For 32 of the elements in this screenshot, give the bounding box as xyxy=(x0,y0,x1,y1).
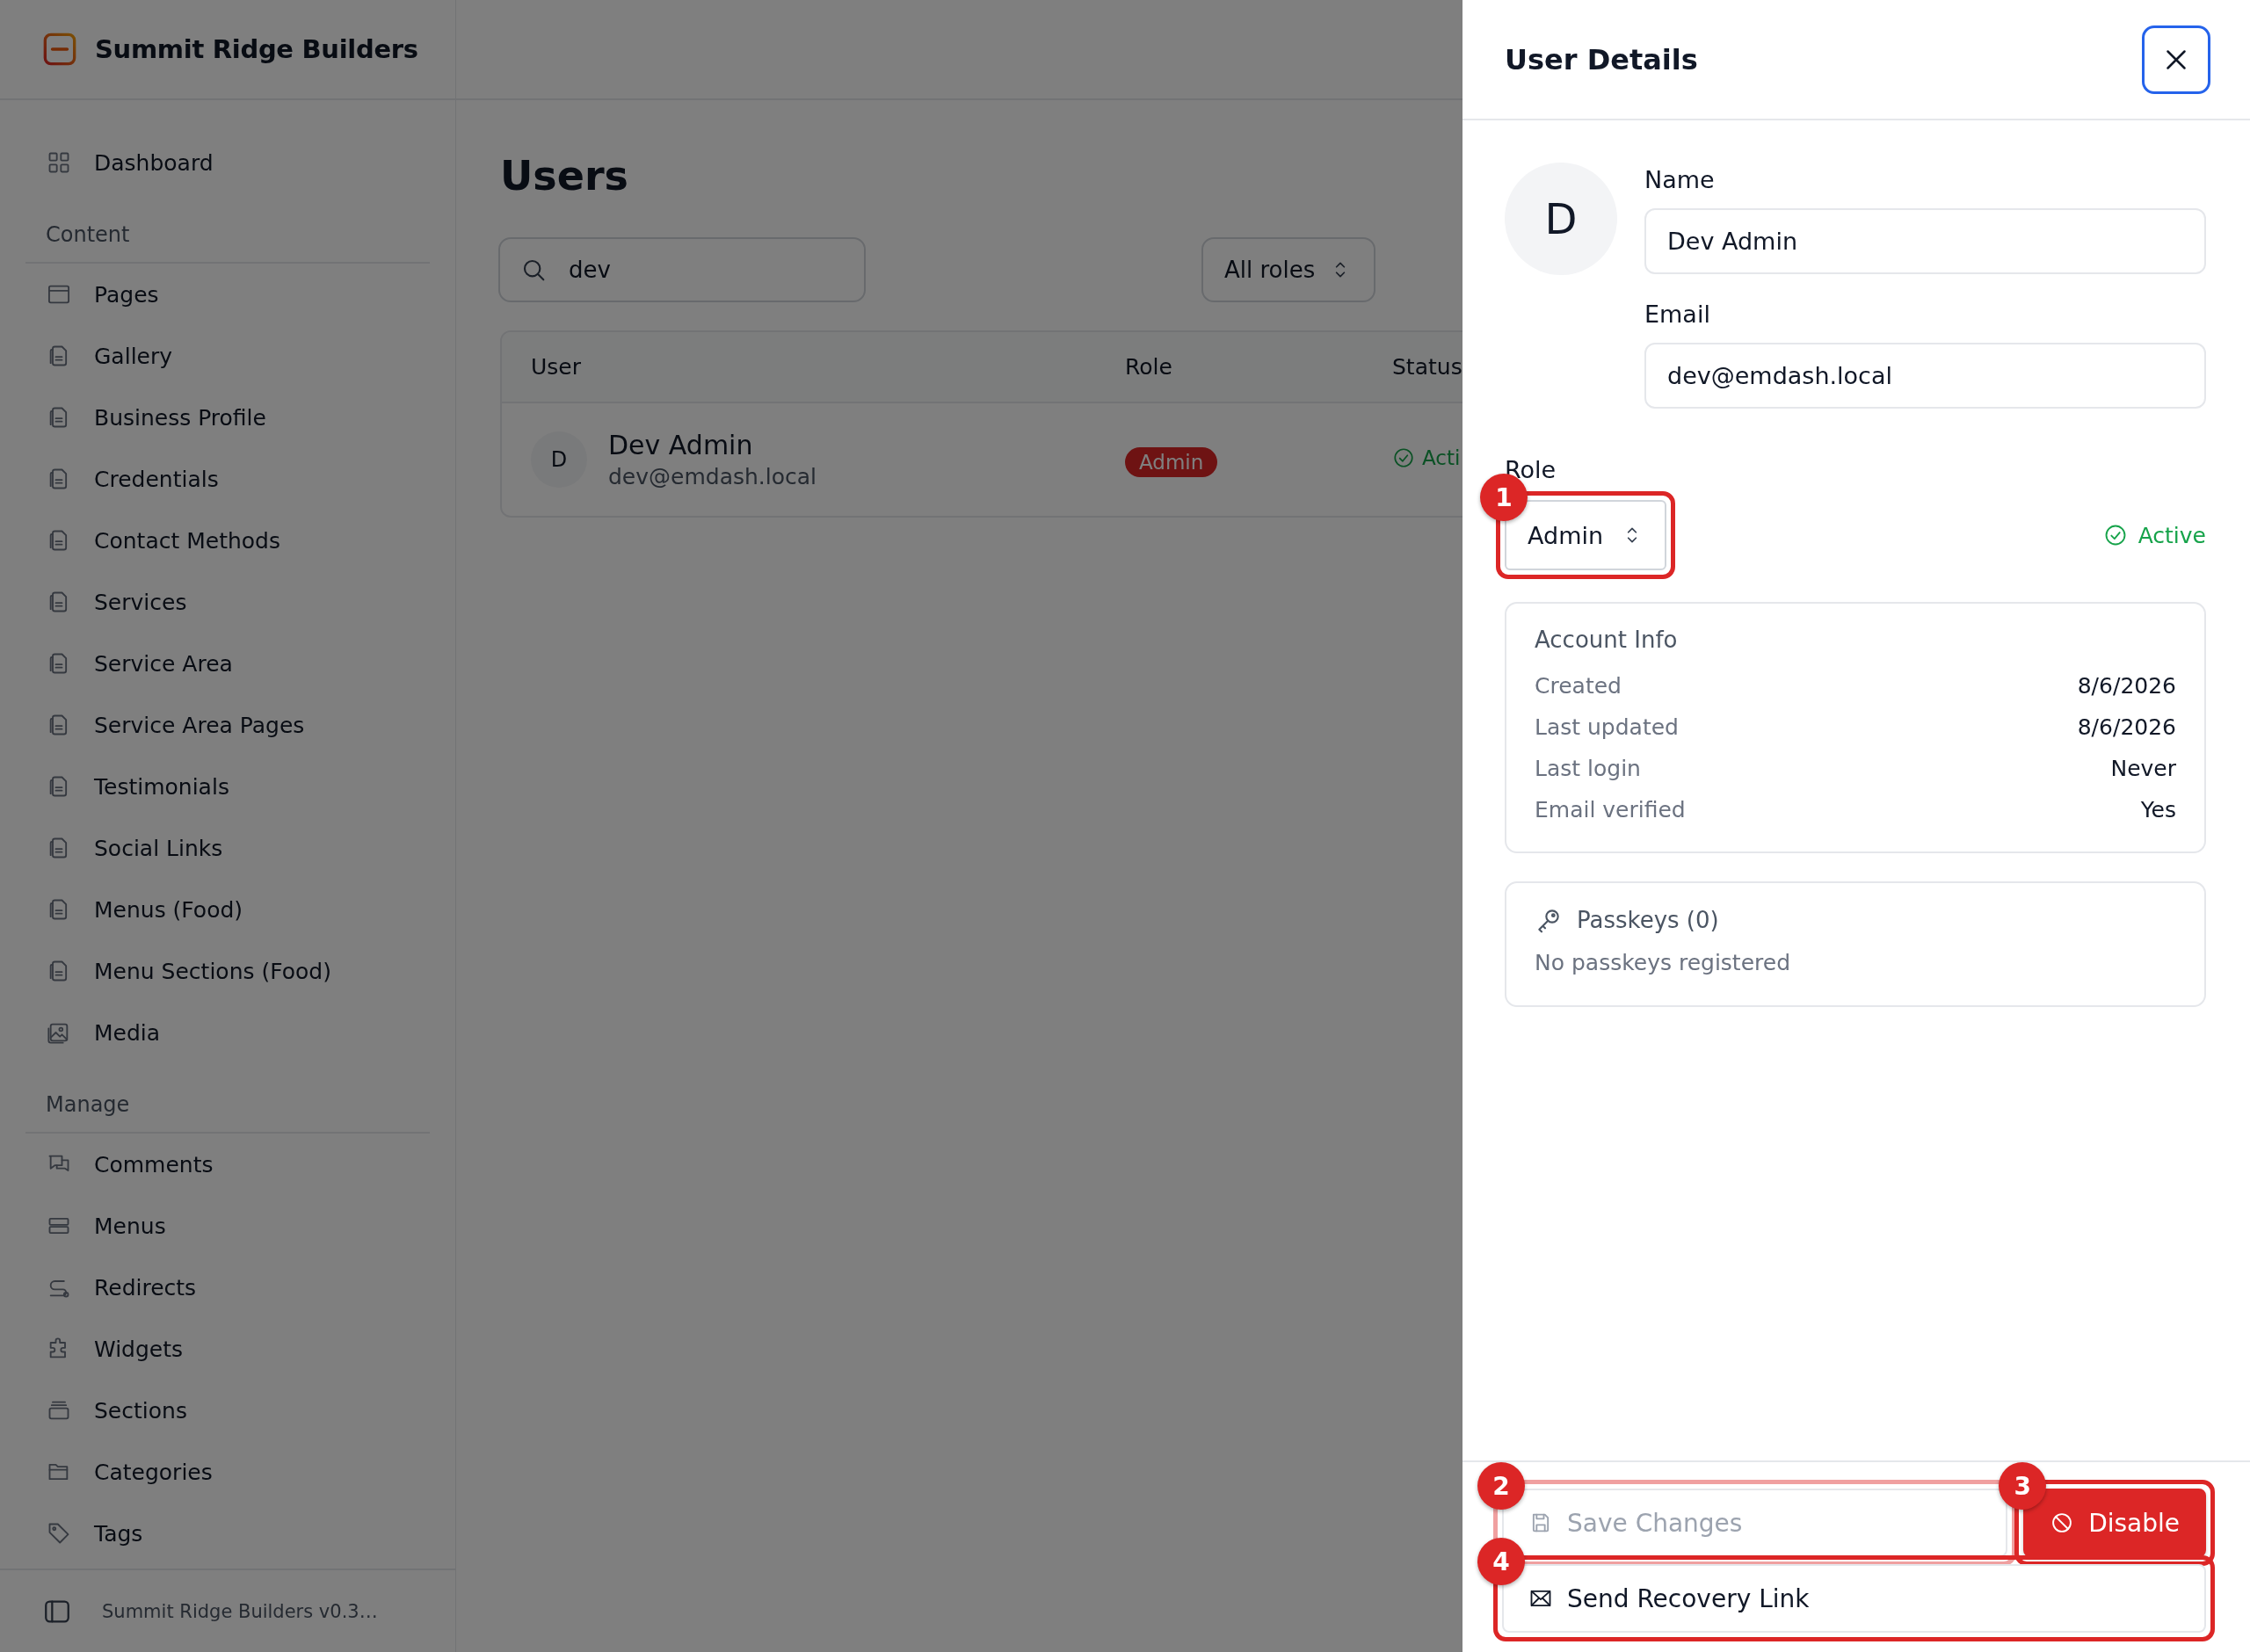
panel-title: User Details xyxy=(1505,42,1698,76)
step-badge: 3 xyxy=(1999,1462,2047,1510)
info-label: Email verified xyxy=(1535,797,1686,822)
info-label: Last login xyxy=(1535,756,1641,781)
avatar: D xyxy=(1505,163,1617,275)
column-header: Role xyxy=(1125,354,1172,380)
brand-name: Summit Ridge Builders xyxy=(95,34,418,64)
field-label: Email xyxy=(1644,300,1711,330)
info-value: 8/6/2026 xyxy=(2077,714,2176,740)
user-email: dev@emdash.local xyxy=(608,464,817,489)
section-heading: Content xyxy=(25,193,430,264)
version-label: Summit Ridge Builders v0.3… xyxy=(102,1600,378,1622)
page-title: Users xyxy=(500,151,628,201)
card-title: Account Info xyxy=(1535,627,1679,653)
status-label: Active xyxy=(2138,522,2206,548)
column-header: Status xyxy=(1392,354,1462,380)
empty-message: No passkeys registered xyxy=(1535,950,1792,975)
info-value: 8/6/2026 xyxy=(2077,673,2176,699)
info-label: Created xyxy=(1535,673,1622,699)
section-heading: Manage xyxy=(25,1063,430,1134)
card-title: Passkeys (0) xyxy=(1577,907,1719,933)
column-header: User xyxy=(531,354,581,380)
info-label: Last updated xyxy=(1535,714,1679,740)
info-value: Never xyxy=(2110,756,2176,781)
role-badge: Admin xyxy=(1125,447,1218,477)
info-value: Yes xyxy=(2140,797,2176,822)
avatar: D xyxy=(531,431,587,488)
step-badge: 2 xyxy=(1477,1462,1525,1510)
status-label: Acti xyxy=(1422,446,1461,469)
step-badge: 4 xyxy=(1477,1538,1525,1585)
user-name: Dev Admin xyxy=(608,430,754,460)
field-label: Name xyxy=(1644,165,1716,195)
